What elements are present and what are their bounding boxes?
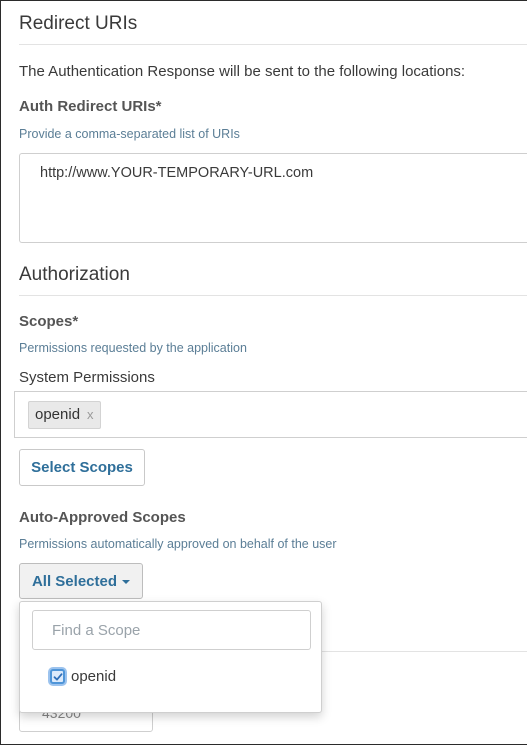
auth-redirect-textarea[interactable]: http://www.YOUR-TEMPORARY-URL.com — [19, 153, 527, 243]
section-divider — [19, 44, 527, 45]
check-icon — [53, 672, 62, 680]
scopes-tag-input[interactable]: openid x — [14, 391, 527, 438]
auth-redirect-value: http://www.YOUR-TEMPORARY-URL.com — [40, 165, 314, 181]
redirect-description: The Authentication Response will be sent… — [19, 63, 466, 80]
auto-approved-help: Permissions automatically approved on be… — [19, 537, 337, 551]
auth-redirect-help: Provide a comma-separated list of URIs — [19, 127, 240, 141]
scope-dropdown-menu: openid — [19, 601, 322, 713]
auto-approved-label: Auto-Approved Scopes — [19, 509, 186, 526]
find-scope-input[interactable] — [32, 610, 311, 650]
caret-down-icon — [122, 580, 131, 584]
scope-tag-label: openid — [35, 406, 81, 423]
close-icon[interactable]: x — [87, 402, 94, 428]
scopes-help: Permissions requested by the application — [19, 341, 247, 355]
auto-approved-dropdown-button[interactable]: All Selected — [19, 563, 143, 599]
system-permissions-label: System Permissions — [19, 369, 155, 386]
auth-redirect-label: Auth Redirect URIs* — [19, 98, 162, 115]
authorization-title: Authorization — [19, 264, 130, 285]
redirect-uris-title: Redirect URIs — [19, 13, 138, 34]
app-frame: Redirect URIs The Authentication Respons… — [0, 0, 527, 745]
auto-approved-dropdown-label: All Selected — [31, 572, 118, 590]
option-checkbox[interactable] — [50, 669, 65, 684]
scopes-label: Scopes* — [19, 313, 79, 330]
select-scopes-button[interactable]: Select Scopes — [19, 449, 145, 486]
option-label: openid — [71, 668, 117, 685]
section-divider — [19, 295, 527, 296]
scope-option-openid[interactable]: openid — [50, 668, 116, 685]
scope-tag: openid x — [28, 401, 101, 429]
